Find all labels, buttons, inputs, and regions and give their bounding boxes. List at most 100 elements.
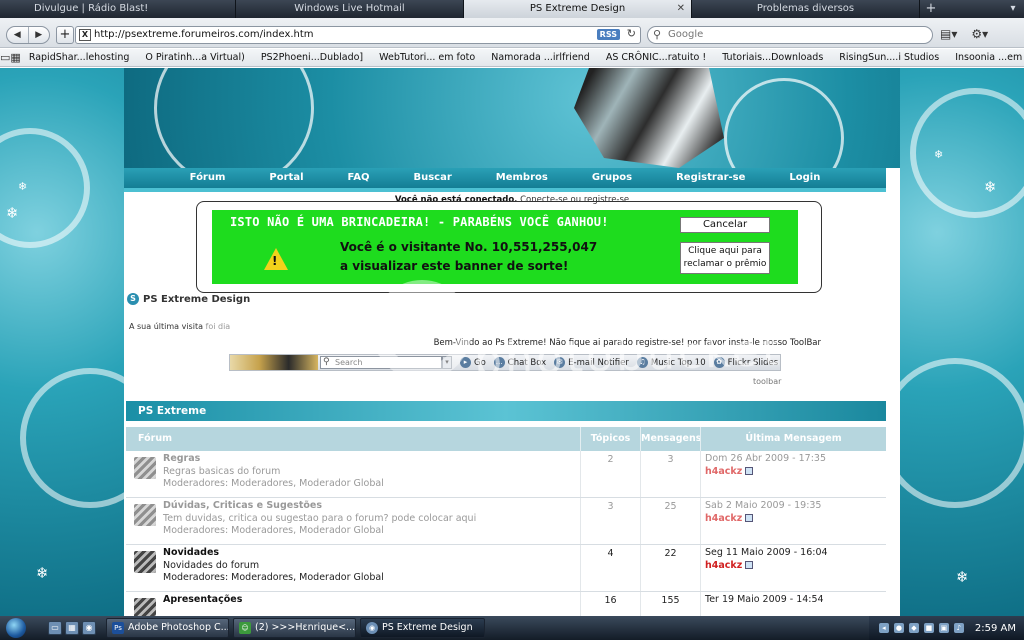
swirl-decoration [880, 358, 1024, 508]
nav-login[interactable]: Login [767, 168, 842, 188]
address-bar[interactable]: X http://psextreme.forumeiros.com/index.… [75, 26, 641, 44]
bookmark-item[interactable]: Tutoriais...Downloads [714, 52, 831, 63]
tab-label: Problemas diversos [756, 3, 855, 14]
category-header[interactable]: PS Extreme [126, 401, 886, 421]
swirl-decoration [910, 88, 1024, 218]
volume-icon[interactable]: ♪ [953, 623, 964, 633]
search-bar[interactable]: ⚲ [647, 26, 933, 44]
site-favicon-icon: X [79, 29, 91, 41]
ad-cancel-button[interactable]: Cancelar [680, 217, 770, 233]
mail-icon: ✉ [554, 357, 566, 368]
last-author[interactable]: h4ackz [705, 466, 742, 477]
back-icon[interactable]: ◀ [7, 27, 28, 43]
new-tab-button[interactable]: + [920, 0, 942, 18]
reload-icon[interactable]: ↻ [627, 27, 636, 40]
site-title-text[interactable]: PS Extreme Design [143, 294, 250, 305]
forum-table: PS Extreme Fórum Tópicos Mensagens Últim… [126, 401, 886, 616]
tab-label: PS Extreme Design [529, 3, 626, 14]
nav-buscar[interactable]: Buscar [391, 168, 473, 188]
tray-icon[interactable]: ◂ [878, 623, 889, 633]
goto-post-icon[interactable] [745, 467, 754, 475]
tab-problemas[interactable]: Problemas diversos [692, 0, 920, 18]
nav-registrar[interactable]: Registrar-se [654, 168, 767, 188]
goto-post-icon[interactable] [745, 514, 754, 522]
left-background: ❄ ❄ ❄ [0, 68, 160, 616]
toolbar-caption[interactable]: toolbar [753, 377, 781, 386]
tab-hotmail[interactable]: Windows Live Hotmail [236, 0, 464, 18]
toolbar-flickr-label: Flickr Slides [727, 357, 779, 368]
taskbar-browser[interactable]: ◉ PS Extreme Design [360, 618, 485, 638]
bookmarks-bar: ▭ ▦ RapidShar...lehosting O Piratinh...a… [0, 49, 1024, 67]
page-menu-icon[interactable]: ▤▾ [940, 27, 957, 41]
add-bookmark-icon[interactable]: + [56, 26, 74, 44]
bookmark-item[interactable]: AS CRÔNIC...ratuito ! [598, 52, 714, 63]
table-row: Novidades Novidades do forum Moderadores… [126, 545, 886, 592]
forum-name[interactable]: Novidades [163, 547, 580, 560]
browser-icon: ◉ [366, 622, 378, 634]
tab-strip: Divulgue | Rádio Blast! Windows Live Hot… [0, 0, 1024, 18]
ad-claim-button[interactable]: Clique aqui para reclamar o prêmio [680, 242, 770, 274]
search-input[interactable] [668, 29, 918, 40]
grid-icon[interactable]: ▦ [10, 51, 20, 64]
bookmark-item[interactable]: O Piratinh...a Virtual) [137, 52, 252, 63]
bookmark-item[interactable]: RapidShar...lehosting [21, 52, 138, 63]
last-message-cell: Seg 11 Maio 2009 - 16:04 h4ackz [700, 545, 886, 591]
start-button[interactable] [0, 616, 30, 640]
taskbar-messenger[interactable]: ☺ (2) >>>Hɛnrique<... [233, 618, 356, 638]
forum-cell: Dúvidas, Criticas e Sugestões Tem duvida… [126, 498, 580, 544]
toolbar-search-input[interactable]: ⚲ Search [320, 356, 442, 369]
col-forum: Fórum [138, 433, 172, 444]
switch-windows-icon[interactable]: ▦ [65, 621, 79, 635]
bookmark-item[interactable]: PS2Phoeni...Dublado] [253, 52, 371, 63]
toolbar-chat-button[interactable]: … Chat Box [493, 357, 546, 368]
nav-faq[interactable]: FAQ [326, 168, 392, 188]
goto-post-icon[interactable] [745, 561, 754, 569]
close-icon[interactable]: ✕ [677, 0, 685, 18]
network-icon[interactable]: ▣ [938, 623, 949, 633]
nav-portal[interactable]: Portal [247, 168, 325, 188]
forward-icon[interactable]: ▶ [27, 27, 50, 43]
tray-icon[interactable]: ● [893, 623, 904, 633]
col-topics: Tópicos [580, 427, 640, 451]
rss-icon[interactable]: RSS [596, 29, 620, 40]
last-author[interactable]: h4ackz [705, 560, 742, 571]
forum-name[interactable]: Apresentações [163, 594, 580, 607]
toolbar-flickr-button[interactable]: ✿ Flickr Slides [713, 357, 779, 368]
forum-name[interactable]: Dúvidas, Criticas e Sugestões [163, 500, 580, 513]
messages-count: 25 [640, 498, 700, 544]
bookmark-item[interactable]: Insoonia ...em dormir [947, 52, 1024, 63]
chevron-down-icon[interactable]: ▾ [1002, 0, 1024, 18]
last-message-cell: Ter 19 Maio 2009 - 14:54 [700, 592, 886, 616]
browser-toolbar: ◀ ▶ + X http://psextreme.forumeiros.com/… [0, 18, 1024, 48]
toolbar-music-button[interactable]: ♫ Music Top 10 [636, 357, 706, 368]
toolbar-email-button[interactable]: ✉ E-mail Notifier [554, 357, 629, 368]
snowflake-icon: ❄ [934, 148, 944, 161]
gear-icon[interactable]: ⚙▾ [971, 27, 988, 41]
nav-forum[interactable]: Fórum [168, 168, 248, 188]
nav-membros[interactable]: Membros [474, 168, 570, 188]
bookmark-item[interactable]: RisingSun....i Studios [831, 52, 947, 63]
tab-radio-blast[interactable]: Divulgue | Rádio Blast! [0, 0, 236, 18]
book-icon[interactable]: ▭ [0, 51, 10, 64]
bookmark-item[interactable]: Namorada ...irlfriend [483, 52, 598, 63]
tab-ps-extreme[interactable]: PS Extreme Design ✕ [464, 0, 692, 18]
clock[interactable]: 2:59 AM [975, 623, 1016, 634]
last-date: Ter 19 Maio 2009 - 14:54 [705, 594, 824, 605]
taskbar-photoshop[interactable]: Ps Adobe Photoshop C... [106, 618, 229, 638]
forum-name[interactable]: Regras [163, 453, 580, 466]
bookmark-item[interactable]: WebTutori... em foto [371, 52, 483, 63]
browser-icon[interactable]: ◉ [82, 621, 96, 635]
site-title: S PS Extreme Design [127, 293, 250, 305]
show-desktop-icon[interactable]: ▭ [48, 621, 62, 635]
nav-grupos[interactable]: Grupos [570, 168, 654, 188]
toolbar-logo[interactable] [230, 355, 318, 370]
toolbar-go-button[interactable]: ▸ Go [460, 357, 486, 368]
tray-icon[interactable]: ◆ [908, 623, 919, 633]
chevron-down-icon[interactable]: ▾ [442, 356, 452, 369]
url-text[interactable]: http://psextreme.forumeiros.com/index.ht… [94, 29, 314, 40]
ad-banner[interactable]: ISTO NÃO É UMA BRINCADEIRA! - PARABÉNS V… [212, 210, 798, 284]
tray-icon[interactable]: ■ [923, 623, 934, 633]
col-last-message: Última Mensagem [700, 427, 886, 451]
photoshop-icon: Ps [112, 622, 124, 634]
last-author[interactable]: h4ackz [705, 513, 742, 524]
